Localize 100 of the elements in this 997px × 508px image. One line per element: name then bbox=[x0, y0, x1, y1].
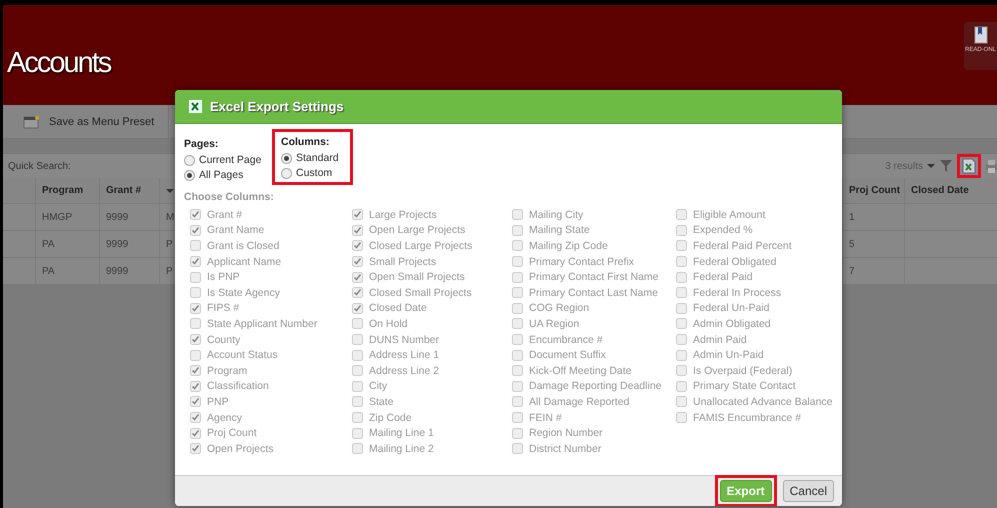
column-option[interactable]: Document Suffix bbox=[512, 347, 676, 363]
column-option[interactable]: Federal In Process bbox=[676, 284, 833, 301]
checkbox[interactable] bbox=[352, 412, 363, 424]
checkbox[interactable] bbox=[190, 428, 201, 439]
column-option[interactable]: Primary State Contact bbox=[676, 378, 833, 394]
checkbox[interactable] bbox=[676, 302, 687, 314]
checkbox[interactable] bbox=[190, 302, 201, 314]
checkbox[interactable] bbox=[190, 380, 201, 392]
checkbox[interactable] bbox=[512, 318, 523, 330]
column-header[interactable]: Closed Date bbox=[905, 178, 997, 203]
column-option[interactable]: State Applicant Number bbox=[190, 316, 352, 332]
column-option[interactable]: Large Projects bbox=[352, 207, 512, 223]
checkbox[interactable] bbox=[352, 302, 363, 314]
column-option[interactable]: Region Number bbox=[512, 425, 676, 441]
checkbox[interactable] bbox=[352, 380, 363, 392]
column-option[interactable]: Closed Small Projects bbox=[352, 284, 512, 301]
caret-icon[interactable] bbox=[166, 188, 174, 194]
radio-button[interactable] bbox=[281, 152, 292, 164]
checkbox[interactable] bbox=[190, 365, 201, 376]
column-option[interactable]: Address Line 1 bbox=[352, 347, 512, 363]
column-option[interactable]: Primary Contact Last Name bbox=[512, 284, 676, 301]
checkbox[interactable] bbox=[190, 272, 201, 283]
column-option[interactable]: District Number bbox=[512, 440, 676, 456]
column-option[interactable]: Federal Paid Percent bbox=[676, 238, 833, 254]
column-option[interactable]: Mailing City bbox=[512, 207, 676, 223]
radio-button[interactable] bbox=[184, 170, 195, 180]
column-option[interactable]: Closed Date bbox=[352, 300, 512, 316]
checkbox[interactable] bbox=[512, 256, 523, 268]
checkbox[interactable] bbox=[352, 350, 363, 361]
column-header[interactable]: Grant # bbox=[100, 178, 160, 203]
column-option[interactable]: Kick-Off Meeting Date bbox=[512, 362, 676, 379]
checkbox[interactable] bbox=[352, 287, 363, 298]
checkbox[interactable] bbox=[190, 256, 201, 268]
column-option[interactable]: Classification bbox=[190, 378, 352, 394]
column-option[interactable]: FAMIS Encumbrance # bbox=[676, 410, 833, 426]
checkbox[interactable] bbox=[512, 443, 523, 454]
checkbox[interactable] bbox=[676, 240, 687, 252]
column-option[interactable]: Is PNP bbox=[190, 269, 352, 285]
column-option[interactable]: Mailing Zip Code bbox=[512, 238, 676, 254]
checkbox[interactable] bbox=[512, 428, 523, 439]
save-preset-button[interactable]: Save as Menu Preset bbox=[3, 105, 170, 138]
column-option[interactable]: Admin Un-Paid bbox=[676, 347, 833, 363]
column-option[interactable]: Grant is Closed bbox=[190, 238, 352, 254]
column-option[interactable]: Admin Paid bbox=[676, 332, 833, 348]
checkbox[interactable] bbox=[676, 365, 687, 376]
radio-option[interactable]: Current Page bbox=[184, 154, 272, 166]
checkbox[interactable] bbox=[512, 287, 523, 298]
checkbox[interactable] bbox=[190, 318, 201, 330]
checkbox[interactable] bbox=[676, 318, 687, 330]
checkbox[interactable] bbox=[352, 240, 363, 252]
checkbox[interactable] bbox=[352, 256, 363, 268]
checkbox[interactable] bbox=[190, 224, 201, 236]
column-option[interactable]: DUNS Number bbox=[352, 332, 512, 348]
column-option[interactable]: State bbox=[352, 394, 512, 410]
column-option[interactable]: Closed Large Projects bbox=[352, 238, 512, 254]
checkbox[interactable] bbox=[512, 380, 523, 392]
checkbox[interactable] bbox=[676, 396, 687, 408]
column-option[interactable]: PNP bbox=[190, 394, 352, 410]
checkbox[interactable] bbox=[512, 272, 523, 283]
column-option[interactable]: Mailing Line 1 bbox=[352, 425, 512, 441]
column-option[interactable]: Account Status bbox=[190, 347, 352, 363]
filter-icon[interactable] bbox=[939, 159, 953, 173]
checkbox[interactable] bbox=[190, 396, 201, 408]
column-option[interactable]: Address Line 2 bbox=[352, 362, 512, 379]
column-option[interactable]: City bbox=[352, 378, 512, 394]
spreadsheet-icon[interactable] bbox=[962, 158, 976, 174]
checkbox[interactable] bbox=[676, 334, 687, 346]
checkbox[interactable] bbox=[190, 240, 201, 252]
column-option[interactable]: All Damage Reported bbox=[512, 394, 676, 410]
checkbox[interactable] bbox=[676, 256, 687, 268]
checkbox[interactable] bbox=[190, 209, 201, 220]
column-option[interactable]: Primary Contact First Name bbox=[512, 269, 676, 285]
checkbox[interactable] bbox=[676, 272, 687, 283]
column-option[interactable]: On Hold bbox=[352, 316, 512, 332]
column-header[interactable]: Program bbox=[36, 178, 100, 203]
checkbox[interactable] bbox=[352, 209, 363, 220]
radio-option[interactable]: Standard bbox=[281, 152, 339, 164]
checkbox[interactable] bbox=[190, 412, 201, 424]
printer-icon[interactable] bbox=[985, 159, 997, 173]
column-option[interactable]: UA Region bbox=[512, 316, 676, 332]
dialog-button[interactable]: Cancel bbox=[782, 480, 834, 502]
caret-icon[interactable] bbox=[927, 163, 935, 169]
radio-button[interactable] bbox=[184, 154, 195, 166]
checkbox[interactable] bbox=[190, 334, 201, 346]
column-header[interactable]: Proj Count bbox=[843, 178, 905, 203]
column-option[interactable]: Eligible Amount bbox=[676, 207, 833, 223]
column-option[interactable]: County bbox=[190, 332, 352, 348]
checkbox[interactable] bbox=[512, 302, 523, 314]
checkbox[interactable] bbox=[352, 272, 363, 283]
checkbox[interactable] bbox=[676, 412, 687, 424]
radio-option[interactable]: All Pages bbox=[184, 169, 272, 181]
checkbox[interactable] bbox=[676, 224, 687, 236]
checkbox[interactable] bbox=[512, 334, 523, 346]
column-option[interactable]: Mailing Line 2 bbox=[352, 440, 512, 456]
dialog-button[interactable]: Export bbox=[720, 480, 772, 502]
radio-option[interactable]: Custom bbox=[281, 167, 339, 179]
checkbox[interactable] bbox=[676, 380, 687, 392]
checkbox[interactable] bbox=[512, 365, 523, 376]
column-option[interactable]: Grant # bbox=[190, 207, 352, 223]
checkbox[interactable] bbox=[190, 287, 201, 298]
